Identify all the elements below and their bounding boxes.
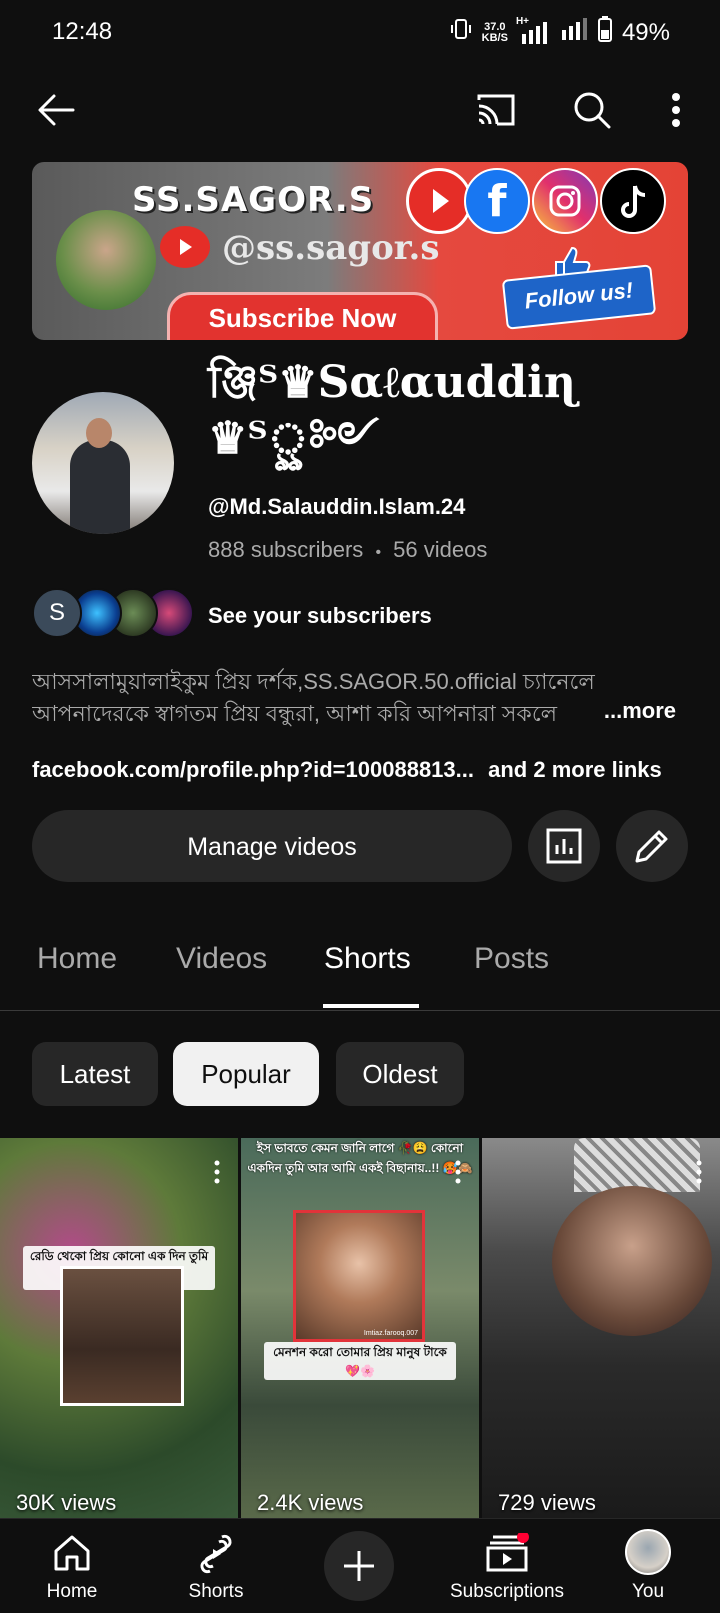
- profile-avatar: [625, 1529, 671, 1575]
- banner-photo: [56, 210, 156, 310]
- banner-youtube-icon: [406, 168, 472, 234]
- more-options-button[interactable]: [654, 88, 698, 132]
- pencil-icon: [635, 830, 668, 863]
- chip-latest[interactable]: Latest: [32, 1042, 158, 1106]
- net-speed-value: 37.0: [484, 20, 506, 33]
- subscriber-count: 888 subscribers: [208, 537, 364, 562]
- short-more-icon[interactable]: [214, 1160, 220, 1184]
- channel-links[interactable]: facebook.com/profile.php?id=100088813...…: [32, 757, 662, 783]
- banner-subscribe-graphic: Subscribe Now: [167, 292, 438, 340]
- banner-instagram-icon: [532, 168, 598, 234]
- battery-icon: [597, 16, 612, 49]
- search-icon: [574, 92, 611, 129]
- channel-avatar[interactable]: [32, 392, 174, 534]
- net-speed-unit: KB/S: [481, 31, 508, 44]
- video-count: 56 videos: [393, 537, 488, 562]
- short-image: [574, 1138, 700, 1192]
- network-type: H+: [515, 15, 530, 27]
- banner-follow-graphic: Follow us!: [501, 264, 657, 330]
- analytics-button[interactable]: [528, 810, 600, 882]
- analytics-icon: [546, 828, 582, 864]
- back-button[interactable]: [34, 88, 78, 132]
- short-views: 729 views: [498, 1490, 596, 1515]
- short-card[interactable]: 729 views: [482, 1138, 720, 1520]
- youtube-logo-icon: [160, 226, 210, 268]
- tab-home[interactable]: Home: [37, 942, 117, 976]
- bottom-navigation: Home Shorts Subscriptions You: [0, 1518, 720, 1613]
- subscriptions-icon: [486, 1533, 529, 1572]
- facebook-link[interactable]: facebook.com/profile.php?id=100088813...: [32, 757, 474, 782]
- manage-videos-button[interactable]: Manage videos: [32, 810, 512, 882]
- net-speed: 37.0 KB/S: [481, 20, 508, 44]
- short-more-icon[interactable]: [696, 1160, 702, 1184]
- home-icon: [54, 1535, 90, 1571]
- vibrate-icon: [450, 17, 472, 48]
- arrow-left-icon: [38, 94, 75, 126]
- channel-tabs: Home Videos Shorts Posts: [0, 930, 720, 1011]
- chip-oldest[interactable]: Oldest: [336, 1042, 464, 1106]
- short-inset-photo: [60, 1266, 184, 1406]
- tab-shorts[interactable]: Shorts: [324, 942, 411, 976]
- signal-icon-2: [558, 18, 588, 47]
- active-tab-indicator: [323, 1004, 419, 1008]
- nav-you[interactable]: You: [578, 1519, 718, 1613]
- nav-shorts-label: Shorts: [188, 1581, 244, 1602]
- status-time: 12:48: [52, 18, 113, 45]
- short-more-icon[interactable]: [455, 1160, 461, 1184]
- channel-name: ঞ্জিᵀ♛Sαℓαuddiɳ ♛ᵀৣ༻: [208, 357, 576, 464]
- nav-you-label: You: [631, 1581, 665, 1602]
- tab-videos[interactable]: Videos: [176, 942, 267, 976]
- cast-button[interactable]: [474, 88, 518, 132]
- short-caption-bottom: মেনশন করো তোমার প্রিয় মানুষ টাকে 💖🌸: [241, 1342, 479, 1380]
- see-subscribers-link[interactable]: See your subscribers: [208, 603, 432, 629]
- nav-home[interactable]: Home: [2, 1519, 142, 1613]
- short-views: 30K views: [16, 1490, 117, 1515]
- channel-handle: @Md.Salauddin.Islam.24: [208, 494, 466, 519]
- channel-banner: SS.SAGOR.S @ss.sagor.s Subscribe Now f F…: [32, 162, 688, 340]
- nav-subscriptions-label: Subscriptions: [449, 1581, 565, 1602]
- edit-channel-button[interactable]: [616, 810, 688, 882]
- channel-stats: 888 subscribers • 56 videos: [208, 537, 487, 563]
- banner-facebook-icon: f: [464, 168, 530, 234]
- subscriber-avatar: S: [32, 588, 82, 638]
- nav-home-label: Home: [46, 1581, 98, 1602]
- nav-subscriptions[interactable]: Subscriptions: [432, 1519, 582, 1613]
- battery-level: 49%: [621, 18, 670, 46]
- tab-posts[interactable]: Posts: [474, 942, 549, 976]
- more-vertical-icon: [672, 93, 680, 127]
- short-inset-photo: Imtiaz.farooq.007: [293, 1210, 425, 1342]
- short-image: [552, 1186, 712, 1336]
- short-card[interactable]: রেডি থেকো প্রিয় কোনো এক দিন তুমি আর আমি…: [0, 1138, 238, 1520]
- search-button[interactable]: [570, 88, 614, 132]
- short-views: 2.4K views: [257, 1490, 364, 1515]
- shorts-icon: [200, 1534, 232, 1574]
- description-more-link[interactable]: ...more: [573, 698, 676, 724]
- banner-handle: @ss.sagor.s: [222, 228, 440, 268]
- banner-tiktok-icon: [600, 168, 666, 234]
- cast-icon: [477, 94, 515, 126]
- create-button[interactable]: [324, 1531, 394, 1601]
- stats-separator: •: [375, 544, 382, 561]
- nav-shorts[interactable]: Shorts: [146, 1519, 286, 1613]
- signal-icon: H+: [516, 16, 548, 44]
- banner-title: SS.SAGOR.S: [132, 180, 375, 220]
- status-icons: 37.0 KB/S H+ 49%: [450, 16, 670, 49]
- chip-popular[interactable]: Popular: [173, 1042, 319, 1106]
- more-links[interactable]: and 2 more links: [488, 757, 662, 782]
- short-watermark: Imtiaz.farooq.007: [363, 1330, 418, 1337]
- plus-icon: [344, 1551, 374, 1581]
- short-caption-top: ইস ভাবতে কেমন জানি লাগে 🥀😩 কোনো একদিন তু…: [247, 1141, 473, 1175]
- short-card[interactable]: ইস ভাবতে কেমন জানি লাগে 🥀😩 কোনো একদিন তু…: [241, 1138, 479, 1520]
